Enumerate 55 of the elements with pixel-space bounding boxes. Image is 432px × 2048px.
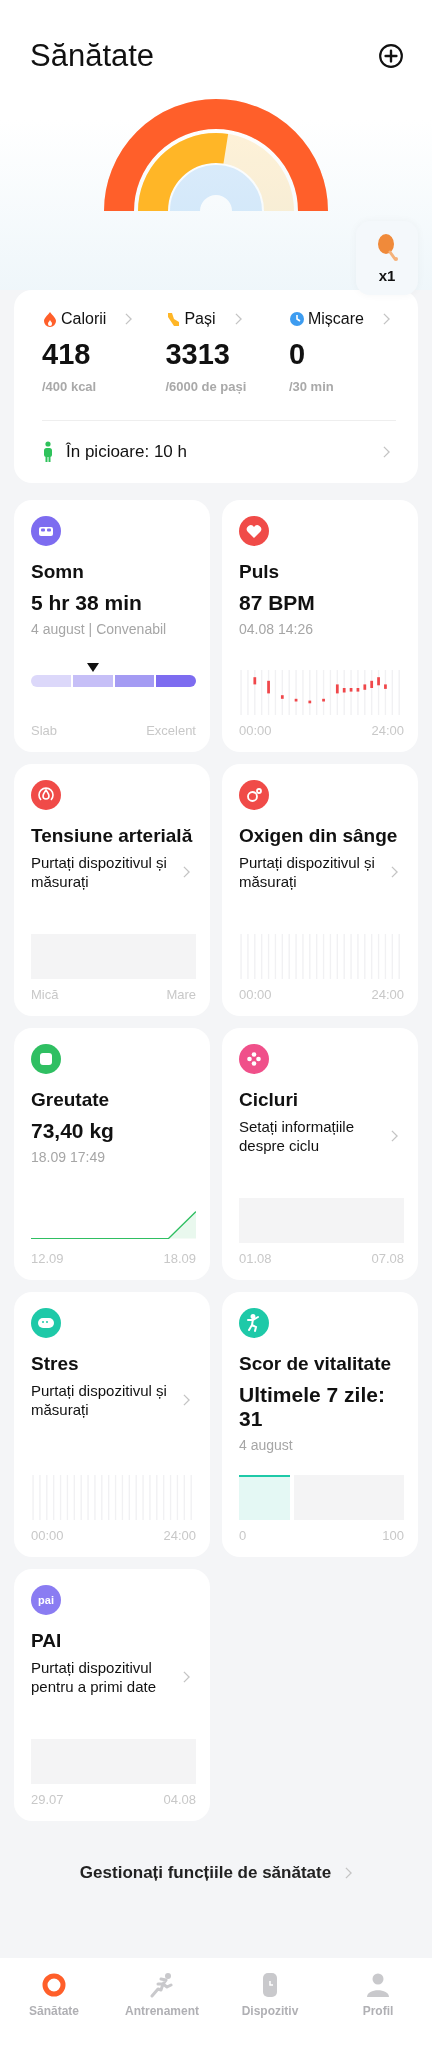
card-prompt: Purtați dispozitivul și măsurați bbox=[239, 853, 376, 891]
person-icon bbox=[42, 441, 54, 463]
page-title: Sănătate bbox=[30, 38, 155, 74]
card-subtitle: 04.08 14:26 bbox=[239, 621, 313, 637]
chevron-icon bbox=[183, 1671, 190, 1683]
runner-icon bbox=[149, 1972, 175, 1998]
card-value: 87 BPM bbox=[239, 591, 315, 615]
chevron-icon bbox=[234, 313, 242, 325]
card-prompt: Setați informațiile despre ciclu bbox=[239, 1117, 356, 1155]
card-title: Stres bbox=[31, 1353, 79, 1375]
card-title: Somn bbox=[31, 561, 84, 583]
metric-header[interactable]: Calorii bbox=[42, 310, 133, 328]
card-title: Tensiune arterială bbox=[31, 825, 193, 847]
metric-header[interactable]: Mișcare bbox=[288, 310, 390, 328]
card-subtitle: 4 august bbox=[239, 1437, 293, 1453]
metric-value: 0 bbox=[288, 338, 306, 371]
card-title: Scor de vitalitate bbox=[239, 1353, 392, 1375]
metric-goal: /30 min bbox=[288, 379, 334, 394]
ring-icon bbox=[41, 1972, 67, 1998]
chevron-icon bbox=[345, 1867, 353, 1879]
chevron-icon bbox=[183, 1394, 190, 1406]
card-title: PAI bbox=[31, 1630, 62, 1652]
card-prompt: Purtați dispozitivul și măsurați bbox=[31, 853, 168, 891]
card-prompt: Purtați dispozitivul și măsurați bbox=[31, 1381, 168, 1419]
metric-goal: /6000 de pași bbox=[165, 379, 247, 394]
standing-row[interactable]: În picioare: 10 h bbox=[42, 421, 400, 483]
chevron-icon bbox=[183, 866, 190, 878]
food-badge[interactable]: x1 bbox=[356, 221, 418, 295]
chevron-icon bbox=[382, 313, 390, 325]
metric-header[interactable]: Pași bbox=[165, 310, 242, 328]
card-value: 73,40 kg bbox=[31, 1119, 114, 1143]
food-count: x1 bbox=[378, 266, 396, 284]
card-title: Cicluri bbox=[239, 1089, 299, 1111]
card-subtitle: 4 august | Convenabil bbox=[31, 621, 167, 637]
manage-link[interactable]: Gestionați funcțiile de sănătate bbox=[79, 1863, 332, 1883]
card-prompt: Purtați dispozitivul pentru a primi date bbox=[31, 1658, 158, 1696]
add-icon[interactable] bbox=[378, 43, 404, 69]
card-title: Puls bbox=[239, 561, 280, 583]
marker-icon bbox=[86, 663, 99, 672]
drumstick-icon bbox=[375, 232, 399, 263]
person-icon bbox=[365, 1972, 391, 1998]
card-title: Oxigen din sânge bbox=[239, 825, 398, 847]
metric-value: 418 bbox=[42, 338, 91, 371]
chevron-icon bbox=[125, 313, 133, 325]
card-subtitle: 18.09 17:49 bbox=[31, 1149, 105, 1165]
card-value: 5 hr 38 min bbox=[31, 591, 142, 615]
metric-goal: /400 kcal bbox=[42, 379, 97, 394]
card-title: Greutate bbox=[31, 1089, 110, 1111]
chevron-icon bbox=[383, 446, 390, 458]
pai-icon: pai bbox=[31, 1585, 61, 1615]
chevron-icon bbox=[391, 866, 398, 878]
score-bar bbox=[239, 1475, 291, 1520]
chevron-icon bbox=[391, 1130, 398, 1142]
metric-value: 3313 bbox=[165, 338, 230, 371]
card-value: Ultimele 7 zile: 31 bbox=[239, 1383, 386, 1431]
